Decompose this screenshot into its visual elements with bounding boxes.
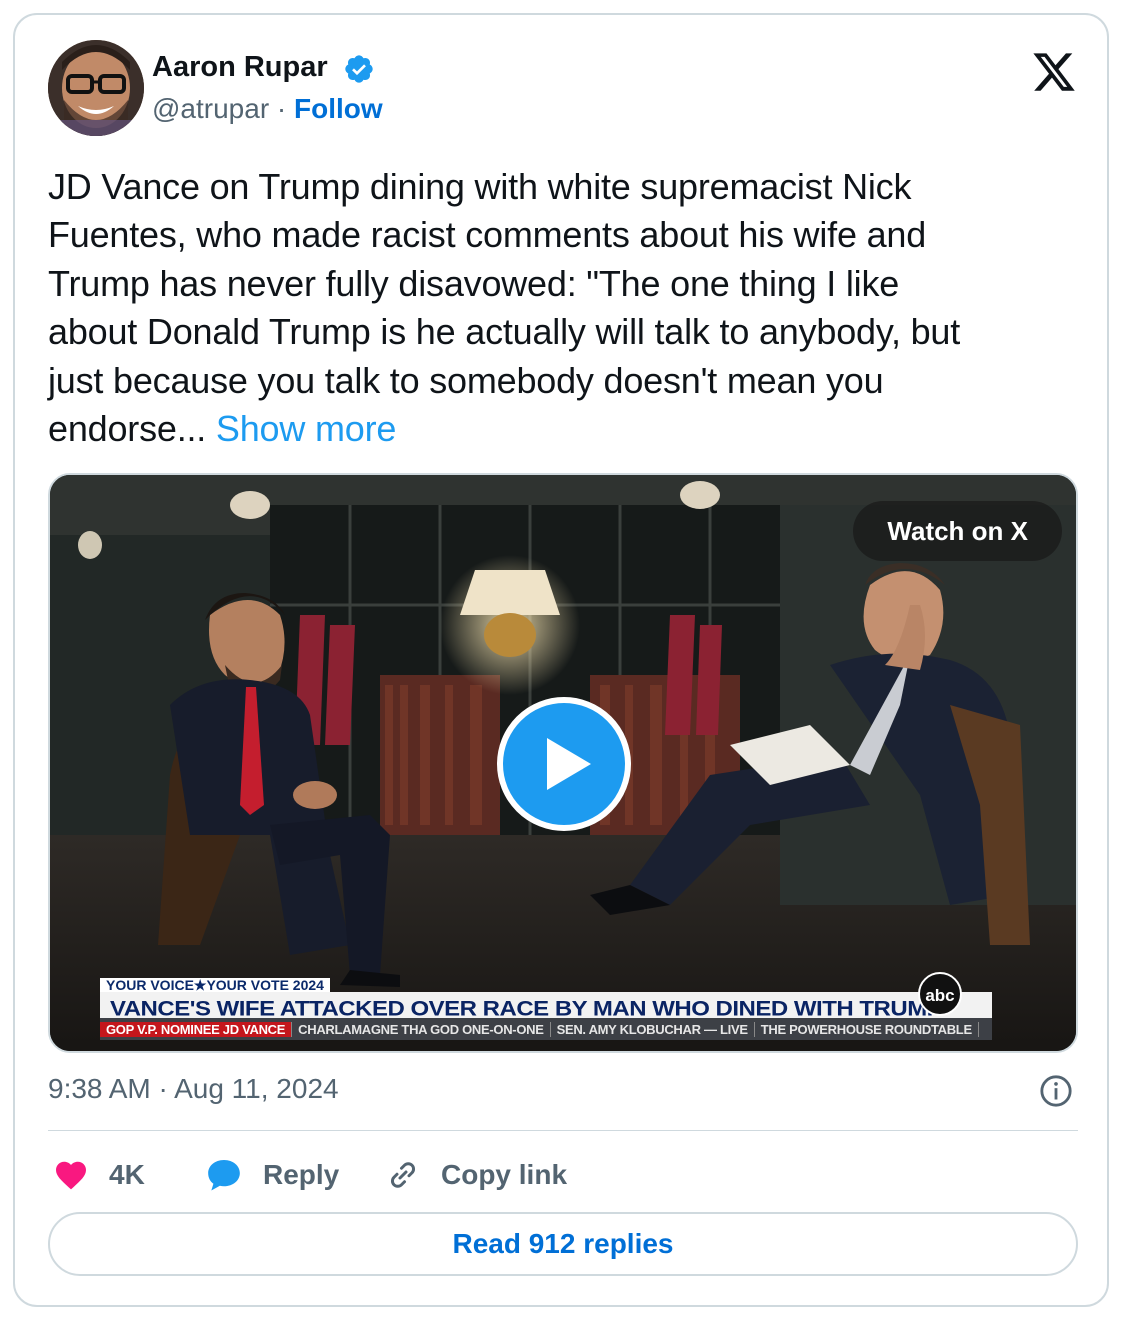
play-button[interactable] bbox=[497, 697, 631, 831]
watch-on-x-button[interactable]: Watch on X bbox=[853, 501, 1062, 561]
reply-button[interactable]: Reply bbox=[205, 1155, 339, 1195]
show-more-link[interactable]: Show more bbox=[216, 408, 396, 449]
x-logo-icon[interactable] bbox=[1031, 49, 1077, 95]
follow-button[interactable]: Follow bbox=[294, 93, 383, 124]
tweet-text: JD Vance on Trump dining with white supr… bbox=[48, 163, 1088, 453]
lower-third-headline: VANCE'S WIFE ATTACKED OVER RACE BY MAN W… bbox=[110, 996, 943, 1019]
tweet-line: endorse... bbox=[48, 408, 207, 450]
verified-badge-icon bbox=[345, 55, 373, 83]
tweet-line: Fuentes, who made racist comments about … bbox=[48, 214, 927, 256]
tweet-card: Aaron Rupar @atrupar · Follow JD Vance o… bbox=[13, 13, 1109, 1307]
tweet-line: Trump has never fully disavowed: "The on… bbox=[48, 262, 900, 304]
read-replies-button[interactable]: Read 912 replies bbox=[48, 1212, 1078, 1276]
avatar[interactable] bbox=[48, 40, 144, 136]
ticker-segment: THE POWERHOUSE ROUNDTABLE bbox=[755, 1021, 979, 1037]
video-player[interactable]: Watch on X YOUR VOICE★YOUR VOTE 2024 VAN… bbox=[48, 473, 1078, 1053]
lower-third-ticker: GOP V.P. NOMINEE JD VANCE CHARLAMAGNE TH… bbox=[100, 1018, 992, 1040]
author-name[interactable]: Aaron Rupar bbox=[152, 51, 328, 84]
copy-link-label: Copy link bbox=[441, 1159, 568, 1190]
tweet-last-line: endorse... Show more bbox=[48, 405, 1088, 453]
like-button[interactable]: 4K bbox=[53, 1155, 145, 1195]
heart-icon bbox=[56, 1161, 86, 1190]
tweet-line: JD Vance on Trump dining with white supr… bbox=[48, 166, 912, 207]
timestamp[interactable]: 9:38 AM · Aug 11, 2024 bbox=[48, 1073, 339, 1105]
tweet-line: just because you talk to somebody doesn'… bbox=[48, 359, 884, 401]
divider bbox=[48, 1130, 1078, 1131]
reply-label: Reply bbox=[263, 1159, 340, 1190]
reply-bubble-icon bbox=[208, 1159, 240, 1191]
lower-third-headline-box: VANCE'S WIFE ATTACKED OVER RACE BY MAN W… bbox=[100, 992, 992, 1018]
info-icon[interactable] bbox=[1039, 1074, 1073, 1108]
lower-third-top-line: YOUR VOICE★YOUR VOTE 2024 bbox=[100, 978, 330, 992]
ticker-segment: GOP V.P. NOMINEE JD VANCE bbox=[100, 1021, 293, 1037]
ticker-segment: CHARLAMAGNE THA GOD ONE-ON-ONE bbox=[292, 1021, 551, 1037]
like-count: 4K bbox=[109, 1159, 145, 1190]
copy-link-button[interactable]: Copy link bbox=[385, 1155, 567, 1195]
tv-lower-third: YOUR VOICE★YOUR VOTE 2024 VANCE'S WIFE A… bbox=[100, 978, 992, 1040]
author-handle[interactable]: @atrupar bbox=[152, 93, 269, 124]
link-icon bbox=[390, 1162, 416, 1188]
play-icon bbox=[547, 738, 591, 790]
tweet-line: about Donald Trump is he actually will t… bbox=[48, 311, 961, 353]
handle-row: @atrupar · Follow bbox=[152, 93, 383, 125]
network-logo: abc bbox=[918, 972, 962, 1016]
separator-dot: · bbox=[276, 93, 287, 124]
ticker-segment: SEN. AMY KLOBUCHAR — LIVE bbox=[551, 1021, 755, 1037]
